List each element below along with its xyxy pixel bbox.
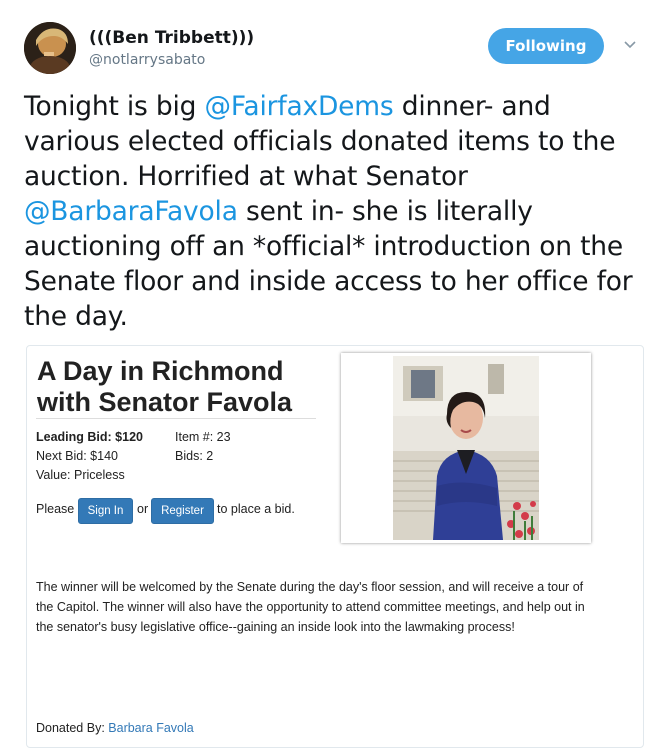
- tweet-header: (((Ben Tribbett))) @notlarrysabato Follo…: [24, 22, 644, 78]
- next-bid: Next Bid: $140: [36, 449, 118, 463]
- avatar[interactable]: [24, 22, 76, 74]
- or-label: or: [137, 502, 149, 516]
- auction-title-line1: A Day in Richmond: [37, 356, 284, 386]
- auction-title-line2: with Senator Favola: [37, 387, 293, 417]
- please-label: Please: [36, 502, 75, 516]
- tweet-text: Tonight is big @FairfaxDems dinner- and …: [24, 89, 649, 334]
- donor-link[interactable]: Barbara Favola: [108, 721, 193, 735]
- item-number: Item #: 23: [175, 430, 231, 444]
- donated-by-label: Donated By:: [36, 721, 105, 735]
- mention-barbarafavola-link[interactable]: @BarbaraFavola: [24, 196, 238, 227]
- item-value: Value: Priceless: [36, 468, 125, 482]
- senator-photo: [393, 356, 539, 540]
- user-handle[interactable]: @notlarrysabato: [89, 52, 205, 68]
- following-button[interactable]: Following: [488, 28, 604, 64]
- display-name[interactable]: (((Ben Tribbett))): [89, 28, 254, 48]
- sign-in-button[interactable]: Sign In: [78, 498, 133, 524]
- place-bid-label: to place a bid.: [217, 502, 295, 516]
- mention-fairfaxdems-link[interactable]: @FairfaxDems: [205, 91, 394, 122]
- tweet-text-segment: Tonight is big: [24, 91, 205, 122]
- donated-by: Donated By: Barbara Favola: [36, 721, 194, 735]
- auction-title: A Day in Richmond with Senator Favola: [37, 356, 317, 418]
- senator-photo-frame: [341, 353, 591, 543]
- bid-count: Bids: 2: [175, 449, 214, 463]
- register-button[interactable]: Register: [151, 498, 214, 524]
- chevron-down-icon[interactable]: [622, 36, 638, 52]
- auction-description: The winner will be welcomed by the Senat…: [36, 580, 585, 634]
- leading-bid: Leading Bid: $120: [36, 430, 143, 444]
- attached-image[interactable]: A Day in Richmond with Senator Favola Le…: [26, 345, 644, 748]
- title-divider: [36, 418, 316, 419]
